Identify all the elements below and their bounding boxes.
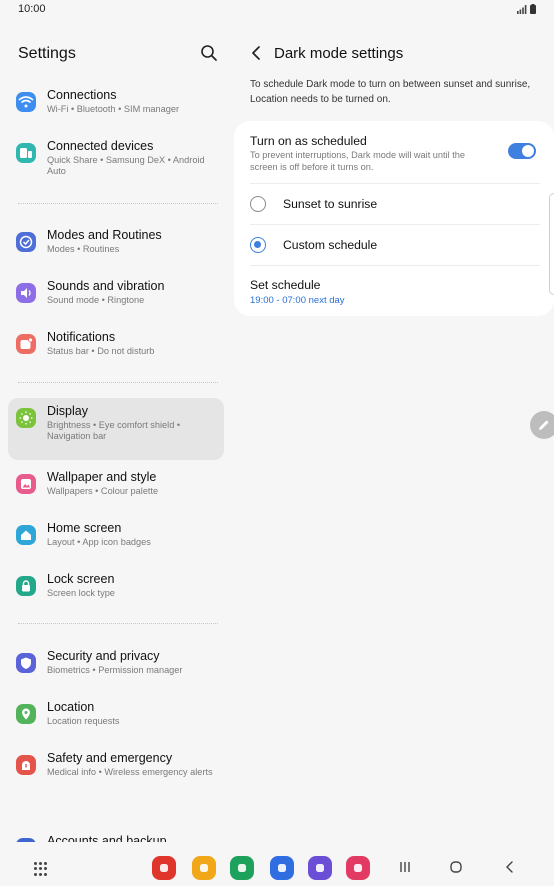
back-arrow-icon[interactable]: [248, 44, 264, 62]
flipboard-app-icon[interactable]: [152, 856, 176, 880]
settings-item-connected-devices[interactable]: Connected devices Quick Share • Samsung D…: [8, 133, 224, 183]
emergency-icon: [16, 755, 36, 775]
option-custom-schedule[interactable]: Custom schedule: [234, 225, 554, 265]
settings-item-description: Screen lock type: [47, 588, 115, 598]
settings-item-lock-screen[interactable]: Lock screen Screen lock type: [8, 566, 224, 608]
status-bar: 10:00: [0, 0, 554, 22]
section-divider: [18, 382, 218, 383]
home-icon: [16, 525, 36, 545]
schedule-card: Turn on as scheduled To prevent interrup…: [234, 121, 554, 316]
search-icon[interactable]: [199, 43, 219, 63]
settings-item-description: Medical info • Wireless emergency alerts: [47, 767, 213, 777]
settings-item-description: Quick Share • Samsung DeX • Android Auto: [47, 155, 205, 176]
shield-icon: [16, 653, 36, 673]
lock-icon: [16, 576, 36, 596]
set-schedule-label: Set schedule: [250, 278, 321, 292]
set-schedule-value: 19:00 - 07:00 next day: [250, 295, 345, 306]
status-icons: [517, 4, 536, 14]
location-info-text: To schedule Dark mode to turn on between…: [250, 79, 531, 105]
settings-item-sounds-vibration[interactable]: Sounds and vibration Sound mode • Rington…: [8, 273, 224, 315]
settings-item-description: Layout • App icon badges: [47, 537, 151, 547]
settings-item-label: Connected devices: [47, 139, 154, 153]
turn-on-scheduled-row[interactable]: Turn on as scheduled To prevent interrup…: [234, 121, 554, 183]
turn-on-scheduled-description: To prevent interruptions, Dark mode will…: [250, 150, 465, 172]
settings-item-label: Notifications: [47, 330, 116, 344]
settings-item-description: Location requests: [47, 716, 120, 726]
dark-mode-settings-pane: Dark mode settings To schedule Dark mode…: [232, 22, 554, 842]
internet-app-icon[interactable]: [308, 856, 332, 880]
option-label: Sunset to sunrise: [283, 197, 378, 211]
settings-item-label: Sounds and vibration: [47, 279, 165, 293]
option-label: Custom schedule: [283, 238, 378, 252]
page-title: Dark mode settings: [274, 45, 404, 62]
settings-item-label: Lock screen: [47, 572, 115, 586]
settings-item-description: Wallpapers • Colour palette: [47, 486, 159, 496]
settings-item-label: Safety and emergency: [47, 751, 173, 765]
settings-item-description: Wi-Fi • Bluetooth • SIM manager: [47, 104, 180, 114]
settings-list-pane: Settings Connections Wi-Fi • Bluetooth • …: [0, 22, 232, 842]
settings-item-display[interactable]: Display Brightness • Eye comfort shield •…: [8, 398, 224, 460]
location-pin-icon: [16, 704, 36, 724]
option-sunset-to-sunrise[interactable]: Sunset to sunrise: [234, 184, 554, 224]
settings-item-wallpaper-style[interactable]: Wallpaper and style Wallpapers • Colour p…: [8, 464, 224, 506]
turn-on-scheduled-toggle[interactable]: [508, 143, 536, 159]
settings-item-home-screen[interactable]: Home screen Layout • App icon badges: [8, 515, 224, 557]
settings-item-label: Security and privacy: [47, 649, 160, 663]
radio-sunset-to-sunrise[interactable]: [250, 196, 266, 212]
settings-item-notifications[interactable]: Notifications Status bar • Do not disturb: [8, 324, 224, 366]
app-drawer-icon[interactable]: [34, 862, 48, 876]
camera-app-icon[interactable]: [346, 856, 370, 880]
set-schedule-row[interactable]: Set schedule 19:00 - 07:00 next day: [234, 266, 554, 314]
notification-icon: [16, 334, 36, 354]
radio-custom-schedule[interactable]: [250, 237, 266, 253]
home-button-icon[interactable]: [449, 860, 463, 874]
pencil-icon: [539, 420, 549, 430]
phone-app-icon[interactable]: [230, 856, 254, 880]
settings-item-label: Wallpaper and style: [47, 470, 157, 484]
wifi-icon: [16, 92, 36, 112]
settings-item-description: Modes • Routines: [47, 244, 120, 254]
settings-item-label: Location: [47, 700, 95, 714]
turn-on-scheduled-label: Turn on as scheduled: [250, 134, 367, 148]
volume-icon: [16, 283, 36, 303]
panel-scroll-handle[interactable]: [549, 193, 554, 295]
edit-button[interactable]: [530, 411, 554, 439]
settings-item-label: Accounts and backup: [47, 834, 167, 842]
settings-item-label: Connections: [47, 88, 117, 102]
my-files-app-icon[interactable]: [192, 856, 216, 880]
settings-item-label: Display: [47, 404, 88, 418]
section-divider: [18, 203, 218, 204]
settings-item-accounts-backup[interactable]: Accounts and backup: [8, 828, 224, 842]
wallpaper-icon: [16, 474, 36, 494]
navigation-bar: [0, 842, 554, 886]
messages-app-icon[interactable]: [270, 856, 294, 880]
settings-item-description: Sound mode • Ringtone: [47, 295, 145, 305]
battery-icon: [530, 4, 536, 14]
sun-icon: [16, 408, 36, 428]
section-divider: [18, 623, 218, 624]
settings-item-location[interactable]: Location Location requests: [8, 694, 224, 736]
connected-devices-icon: [16, 143, 36, 163]
settings-item-safety-emergency[interactable]: Safety and emergency Medical info • Wirel…: [8, 745, 224, 795]
settings-item-description: Biometrics • Permission manager: [47, 665, 183, 675]
settings-item-security-privacy[interactable]: Security and privacy Biometrics • Permiss…: [8, 643, 224, 685]
settings-item-modes-routines[interactable]: Modes and Routines Modes • Routines: [8, 222, 224, 264]
settings-item-label: Home screen: [47, 521, 122, 535]
settings-item-connections[interactable]: Connections Wi-Fi • Bluetooth • SIM manag…: [8, 82, 224, 124]
settings-item-label: Modes and Routines: [47, 228, 162, 242]
status-time: 10:00: [18, 3, 46, 15]
recent-apps-icon[interactable]: [398, 860, 412, 874]
settings-item-description: Status bar • Do not disturb: [47, 346, 155, 356]
signal-icon: [517, 5, 527, 14]
check-circle-icon: [16, 232, 36, 252]
settings-item-description: Brightness • Eye comfort shield • Naviga…: [47, 420, 181, 441]
back-button-icon[interactable]: [503, 860, 517, 874]
toggle-knob: [522, 145, 534, 157]
page-title: Settings: [18, 45, 76, 62]
